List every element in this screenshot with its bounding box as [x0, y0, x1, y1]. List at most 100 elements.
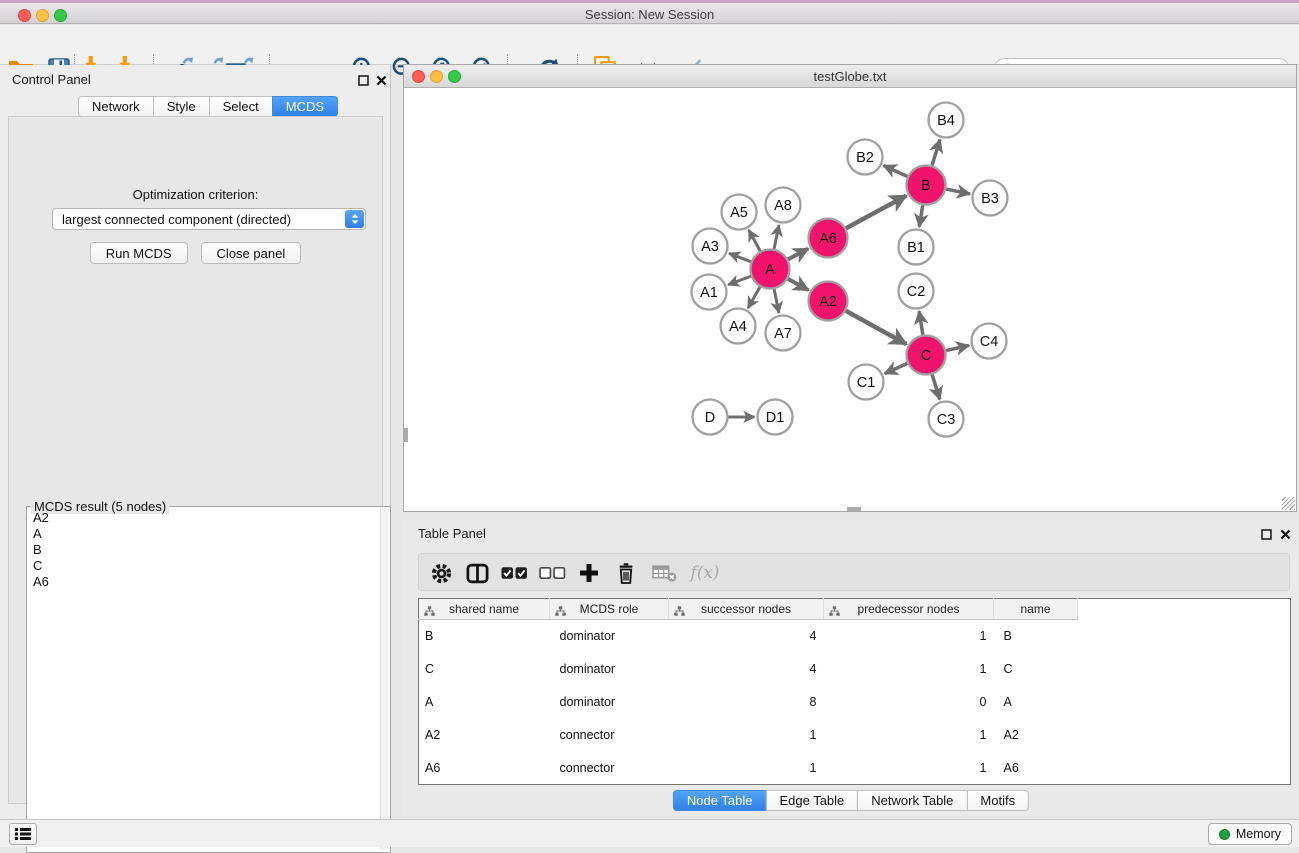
table-cell[interactable]: 0 [824, 686, 994, 719]
table-cell[interactable]: 1 [824, 752, 994, 785]
criterion-dropdown[interactable]: largest connected component (directed) [52, 208, 366, 230]
table-row[interactable]: A6connector11A6 [419, 752, 1291, 785]
table-cell[interactable]: B [994, 620, 1078, 653]
table-row[interactable]: A2connector11A2 [419, 719, 1291, 752]
edge-B-B3[interactable] [946, 189, 970, 194]
float-panel-button[interactable] [356, 73, 370, 87]
table-row[interactable]: Cdominator41C [419, 653, 1291, 686]
mcds-result-item[interactable]: A [28, 526, 378, 542]
edge-C-C3[interactable] [932, 375, 940, 400]
run-mcds-button[interactable]: Run MCDS [90, 242, 188, 264]
mcds-result-item[interactable]: A2 [28, 510, 378, 526]
edge-A-A1[interactable] [728, 276, 751, 285]
task-history-button[interactable] [9, 823, 37, 845]
table-float-button[interactable] [1259, 527, 1273, 541]
tab-node-table[interactable]: Node Table [673, 790, 767, 811]
edge-C-C1[interactable] [885, 363, 908, 373]
delete-column-button[interactable] [613, 554, 639, 592]
horizontal-scroll-thumb[interactable] [847, 507, 861, 511]
resize-grip[interactable] [1282, 497, 1295, 510]
mcds-result-item[interactable]: C [28, 558, 378, 574]
tab-mcds[interactable]: MCDS [272, 96, 338, 117]
edge-B-B4[interactable] [932, 140, 940, 166]
tab-select[interactable]: Select [209, 96, 273, 117]
column-header-predecessor-nodes[interactable]: predecessor nodes [824, 599, 994, 620]
node-label-D: D [705, 410, 715, 426]
edge-A-A7[interactable] [774, 289, 779, 313]
column-header-mcds-role[interactable]: MCDS role [550, 599, 669, 620]
node-label-A5: A5 [730, 205, 748, 221]
float-icon [1261, 529, 1272, 540]
select-all-button[interactable] [499, 554, 529, 592]
table-cell[interactable]: dominator [550, 653, 669, 686]
table-cell[interactable]: A2 [419, 719, 550, 752]
edge-A6-B[interactable] [846, 196, 906, 229]
deselect-all-button[interactable] [537, 554, 567, 592]
mcds-result-item[interactable]: B [28, 542, 378, 558]
table-row[interactable]: Bdominator41B [419, 620, 1291, 653]
main-titlebar: Session: New Session [0, 3, 1299, 24]
delete-table-button[interactable] [649, 554, 679, 592]
edge-A2-C[interactable] [846, 311, 906, 344]
edge-A-A3[interactable] [729, 253, 751, 261]
column-header-successor-nodes[interactable]: successor nodes [669, 599, 824, 620]
gear-icon [430, 562, 453, 585]
table-options-button[interactable] [427, 554, 455, 592]
table-filler [1078, 599, 1291, 620]
tab-motifs[interactable]: Motifs [966, 790, 1029, 811]
table-cell[interactable]: 4 [669, 653, 824, 686]
column-header-shared-name[interactable]: shared name [419, 599, 550, 620]
table-cell[interactable]: 8 [669, 686, 824, 719]
mcds-result-item[interactable]: A6 [28, 574, 378, 590]
toggle-columns-button[interactable] [463, 554, 491, 592]
table-cell[interactable]: C [419, 653, 550, 686]
table-cell[interactable]: A [994, 686, 1078, 719]
memory-button[interactable]: Memory [1208, 823, 1292, 845]
close-panel-action-button[interactable]: Close panel [201, 242, 302, 264]
table-cell[interactable]: A2 [994, 719, 1078, 752]
edge-A-A6[interactable] [788, 249, 808, 260]
table-cell[interactable]: 1 [824, 620, 994, 653]
table-cell[interactable]: 1 [669, 719, 824, 752]
edge-C-C2[interactable] [919, 311, 923, 334]
tab-network-table[interactable]: Network Table [857, 790, 967, 811]
table-cell[interactable]: 4 [669, 620, 824, 653]
table-cell[interactable]: 1 [669, 752, 824, 785]
node-label-A1: A1 [700, 285, 718, 301]
apply-function-button[interactable]: f(x) [687, 554, 723, 592]
table-cell[interactable]: dominator [550, 686, 669, 719]
table-cell[interactable]: 1 [824, 719, 994, 752]
close-panel-button[interactable] [374, 73, 388, 87]
edge-C-C4[interactable] [946, 345, 969, 350]
edge-A-A5[interactable] [749, 230, 760, 251]
table-cell[interactable]: A6 [994, 752, 1078, 785]
add-column-button[interactable] [575, 554, 603, 592]
edge-A-A4[interactable] [748, 287, 760, 308]
result-scrollbar[interactable] [380, 509, 389, 850]
edge-A-A2[interactable] [788, 279, 808, 290]
column-header-name[interactable]: name [994, 599, 1078, 620]
table-cell[interactable]: dominator [550, 620, 669, 653]
vertical-scroll-thumb[interactable] [404, 428, 408, 442]
table-cell[interactable]: C [994, 653, 1078, 686]
table-toolbar: f(x) [418, 553, 1290, 591]
table-cell[interactable]: connector [550, 719, 669, 752]
table-cell[interactable]: 1 [824, 653, 994, 686]
table-cell[interactable]: connector [550, 752, 669, 785]
edge-B-B2[interactable] [884, 166, 908, 177]
table-row[interactable]: Adominator80A [419, 686, 1291, 719]
tab-network[interactable]: Network [78, 96, 154, 117]
control-panel: Control Panel Network Style Select MCDS … [0, 65, 391, 819]
dropdown-stepper-icon [345, 210, 364, 228]
edge-A-A8[interactable] [774, 225, 779, 249]
mcds-result-box: MCDS result (5 nodes) A2ABCA6 [26, 506, 391, 853]
edge-B-B1[interactable] [919, 205, 922, 227]
table-cell[interactable]: B [419, 620, 550, 653]
tab-style[interactable]: Style [153, 96, 210, 117]
tab-edge-table[interactable]: Edge Table [765, 790, 858, 811]
network-canvas[interactable]: B4B2BB3A5A8A6A3B1AA1C2A2A4A7C4CC1DD1C3 [404, 88, 1296, 511]
table-cell[interactable]: A [419, 686, 550, 719]
memory-status-icon [1219, 829, 1230, 840]
table-close-button[interactable] [1278, 527, 1292, 541]
table-cell[interactable]: A6 [419, 752, 550, 785]
